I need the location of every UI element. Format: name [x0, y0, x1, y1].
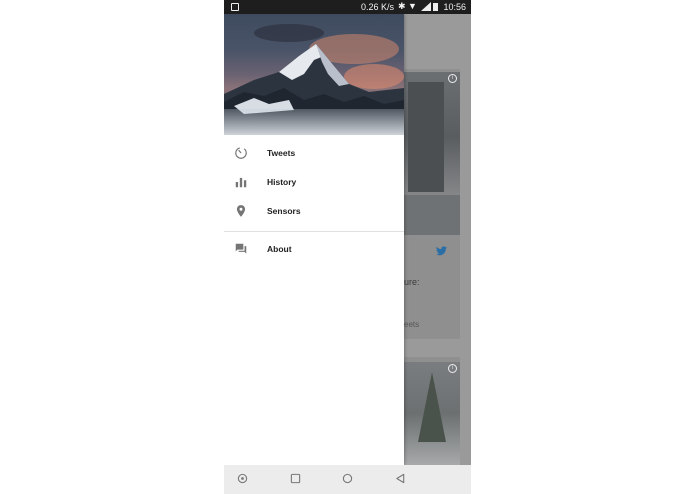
info-icon: i [448, 364, 457, 373]
status-bar: 0.26 K/s ✱ ▼ 10:56 [224, 0, 471, 14]
drawer-item-label: Sensors [267, 206, 301, 216]
back-icon[interactable] [395, 473, 406, 484]
gallery-notification-icon [231, 3, 239, 11]
battery-icon [433, 3, 438, 11]
drawer-divider [224, 231, 404, 232]
drawer-item-sensors[interactable]: Sensors [224, 197, 404, 226]
clock: 10:56 [443, 2, 466, 12]
webcam-photo: i [404, 72, 460, 235]
assistant-icon[interactable] [237, 473, 248, 484]
webcam-photo: i [404, 362, 460, 465]
drawer-item-label: About [267, 244, 292, 254]
timer-icon [235, 147, 247, 159]
phone-screen: 0.26 K/s ✱ ▼ 10:56 i ure: eets i Tweets … [224, 0, 471, 494]
bluetooth-icon: ✱ [398, 1, 406, 11]
forum-icon [235, 243, 247, 254]
info-icon: i [448, 74, 457, 83]
drawer-header-image [224, 14, 404, 135]
twitter-bird-icon [436, 246, 447, 259]
drawer-item-label: Tweets [267, 148, 296, 158]
network-speed: 0.26 K/s [361, 2, 395, 12]
recent-apps-icon[interactable] [290, 473, 301, 484]
tweet-text-fragment: ure: [404, 277, 420, 287]
drawer-item-label: History [267, 177, 297, 187]
drawer-menu: Tweets History Sensors About [224, 135, 404, 264]
drawer-item-tweets[interactable]: Tweets [224, 139, 404, 168]
bar-chart-icon [235, 177, 247, 188]
drawer-item-about[interactable]: About [224, 235, 404, 264]
tweets-link-fragment: eets [404, 320, 420, 329]
wifi-icon: ▼ [408, 1, 417, 11]
navigation-drawer: Tweets History Sensors About [224, 14, 404, 465]
location-pin-icon [236, 205, 246, 217]
drawer-item-history[interactable]: History [224, 168, 404, 197]
home-icon[interactable] [342, 473, 353, 484]
signal-icon [421, 2, 431, 11]
system-nav-bar [224, 465, 471, 494]
